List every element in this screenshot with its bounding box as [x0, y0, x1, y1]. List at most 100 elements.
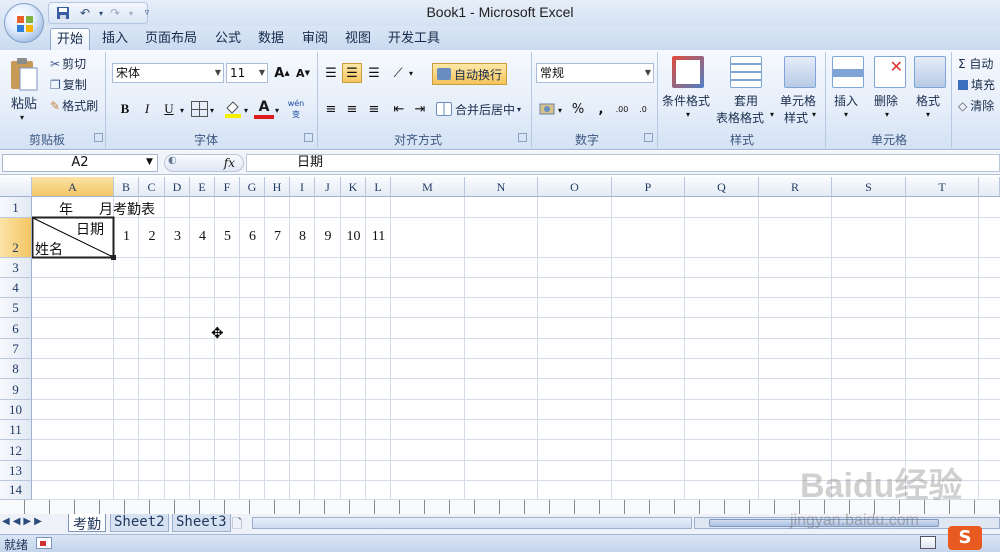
- align-top-icon[interactable]: ☰: [321, 63, 341, 83]
- font-color-icon[interactable]: A: [254, 99, 274, 119]
- comma-button[interactable]: ,: [591, 99, 611, 119]
- tab-developer[interactable]: 开发工具: [382, 28, 446, 50]
- format-as-table-label-1[interactable]: 套用: [734, 92, 758, 109]
- column-header[interactable]: C: [139, 177, 165, 197]
- row-header[interactable]: 5: [0, 298, 32, 318]
- column-header[interactable]: N: [465, 177, 538, 197]
- column-header[interactable]: F: [215, 177, 240, 197]
- column-header[interactable]: H: [265, 177, 290, 197]
- tab-data[interactable]: 数据: [252, 28, 290, 50]
- cell-styles-icon[interactable]: [784, 56, 816, 88]
- fill-button[interactable]: 填充: [958, 76, 995, 93]
- format-as-table-label-2[interactable]: 表格格式: [716, 109, 764, 126]
- number-format-select[interactable]: 常规 ▼: [536, 63, 654, 83]
- row-header[interactable]: 11: [0, 420, 32, 440]
- borders-icon[interactable]: [191, 101, 208, 117]
- column-header[interactable]: S: [832, 177, 906, 197]
- cell-styles-label-2[interactable]: 样式: [784, 109, 808, 126]
- row-header[interactable]: 8: [0, 359, 32, 379]
- format-cells-icon[interactable]: [914, 56, 946, 88]
- grow-font-icon[interactable]: A ▲: [272, 63, 292, 83]
- percent-button[interactable]: %: [568, 99, 588, 119]
- paste-button[interactable]: 粘贴: [11, 93, 37, 112]
- format-painter-button[interactable]: ✎ 格式刷: [50, 97, 98, 114]
- currency-icon[interactable]: [537, 99, 557, 119]
- merge-center-button[interactable]: 合并后居中 ▾: [436, 99, 521, 119]
- font-color-dropdown-icon[interactable]: ▾: [275, 106, 279, 115]
- tab-page-layout[interactable]: 页面布局: [139, 28, 203, 50]
- tab-formulas[interactable]: 公式: [209, 28, 247, 50]
- fill-color-icon[interactable]: [223, 99, 243, 119]
- cut-button[interactable]: ✂ 剪切: [50, 55, 86, 72]
- delete-cells-icon[interactable]: ✕: [874, 56, 906, 88]
- align-center-icon[interactable]: ≡: [342, 99, 362, 119]
- orientation-dropdown-icon[interactable]: ▾: [409, 69, 413, 78]
- row-header[interactable]: 14: [0, 481, 32, 500]
- copy-button[interactable]: ❐ 复制: [50, 76, 87, 93]
- row-header[interactable]: 4: [0, 278, 32, 298]
- insert-function-icon[interactable]: ◐ fx: [164, 154, 244, 172]
- bold-button[interactable]: B: [115, 99, 135, 119]
- column-header[interactable]: A: [32, 177, 114, 197]
- paste-icon[interactable]: [8, 56, 40, 92]
- format-cells-button[interactable]: 格式: [916, 92, 940, 109]
- align-middle-icon[interactable]: ☰: [342, 63, 362, 83]
- underline-dropdown-icon[interactable]: ▾: [180, 106, 184, 115]
- paste-dropdown-icon[interactable]: ▾: [20, 113, 24, 122]
- row-header[interactable]: 6: [0, 318, 32, 339]
- column-header[interactable]: B: [114, 177, 139, 197]
- fill-dropdown-icon[interactable]: ▾: [244, 106, 248, 115]
- column-header[interactable]: L: [366, 177, 391, 197]
- column-header[interactable]: T: [906, 177, 979, 197]
- tab-view[interactable]: 视图: [339, 28, 377, 50]
- conditional-format-button[interactable]: 条件格式: [662, 92, 710, 109]
- decrease-indent-icon[interactable]: ⇤: [389, 99, 409, 119]
- formula-input[interactable]: 日期: [246, 154, 1000, 172]
- row-header[interactable]: 1: [0, 197, 32, 218]
- column-header[interactable]: K: [341, 177, 366, 197]
- row-header[interactable]: 2: [0, 218, 32, 258]
- format-as-table-icon[interactable]: [730, 56, 762, 88]
- delete-cells-button[interactable]: 删除: [874, 92, 898, 109]
- borders-dropdown-icon[interactable]: ▾: [210, 106, 214, 115]
- currency-dropdown-icon[interactable]: ▾: [558, 106, 562, 115]
- column-header[interactable]: O: [538, 177, 612, 197]
- wrap-text-button[interactable]: 自动换行: [432, 63, 508, 85]
- column-header[interactable]: J: [315, 177, 341, 197]
- column-header[interactable]: M: [391, 177, 465, 197]
- phonetic-icon[interactable]: wén 变: [285, 98, 307, 120]
- insert-cells-button[interactable]: 插入: [834, 92, 858, 109]
- macro-record-icon[interactable]: [36, 537, 52, 549]
- sogou-ime-icon[interactable]: S: [948, 526, 982, 550]
- row-header[interactable]: 13: [0, 461, 32, 481]
- clipboard-launcher-icon[interactable]: [94, 133, 103, 142]
- sheet-tab-sheet3[interactable]: Sheet3: [172, 514, 231, 532]
- align-left-icon[interactable]: ≡: [321, 99, 341, 119]
- conditional-format-icon[interactable]: [672, 56, 704, 88]
- font-name-select[interactable]: 宋体 ▼: [112, 63, 224, 83]
- column-header[interactable]: I: [290, 177, 315, 197]
- sheet-tab-sheet2[interactable]: Sheet2: [110, 514, 169, 532]
- sheet-tab-attendance[interactable]: 考勤: [68, 514, 106, 533]
- row-header[interactable]: 10: [0, 400, 32, 420]
- sheet-nav-arrows-icon[interactable]: ◀◀▶▶: [2, 516, 45, 527]
- font-size-select[interactable]: 11 ▼: [226, 63, 268, 83]
- normal-view-icon[interactable]: [920, 536, 936, 549]
- tab-insert[interactable]: 插入: [96, 28, 134, 50]
- decrease-decimal-icon[interactable]: .0: [633, 99, 653, 119]
- underline-button[interactable]: U: [159, 99, 179, 119]
- insert-cells-icon[interactable]: [832, 56, 864, 88]
- align-right-icon[interactable]: ≡: [364, 99, 384, 119]
- column-header[interactable]: D: [165, 177, 190, 197]
- increase-decimal-icon[interactable]: .00: [612, 99, 632, 119]
- column-header[interactable]: R: [759, 177, 832, 197]
- column-header[interactable]: Q: [685, 177, 759, 197]
- increase-indent-icon[interactable]: ⇥: [410, 99, 430, 119]
- column-header[interactable]: [979, 177, 1000, 197]
- clear-button[interactable]: ◇ 清除: [958, 97, 994, 114]
- row-header[interactable]: 12: [0, 440, 32, 461]
- office-button[interactable]: [4, 3, 44, 43]
- orientation-icon[interactable]: ⟋: [388, 63, 408, 83]
- font-launcher-icon[interactable]: [304, 133, 313, 142]
- cell-styles-label-1[interactable]: 单元格: [780, 92, 816, 109]
